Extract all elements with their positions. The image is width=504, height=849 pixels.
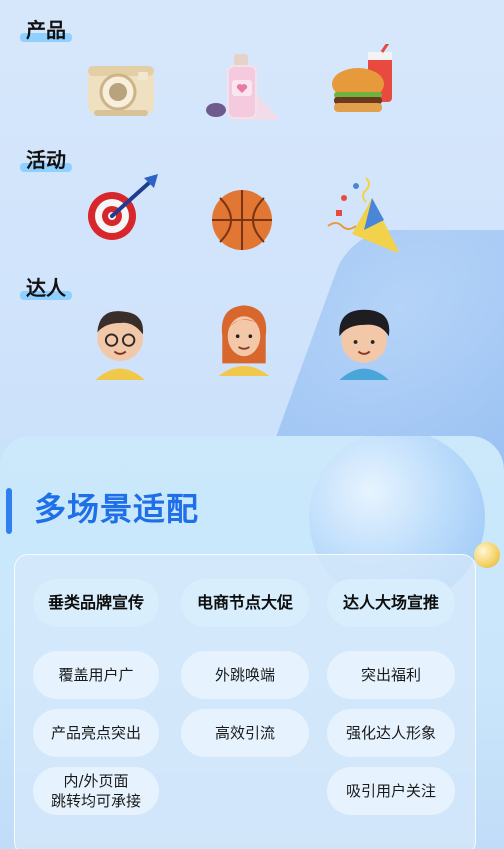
- chip-app-wakeup[interactable]: 外跳唤端: [181, 651, 309, 699]
- chip-influencer-image[interactable]: 强化达人形象: [327, 709, 455, 757]
- category-label-activities: 活动: [20, 144, 72, 173]
- chip-page-redirect-line2: 跳转均可承接: [50, 792, 141, 810]
- chip-product-highlights[interactable]: 产品亮点突出: [33, 709, 159, 757]
- scene-chip-grid: 垂类品牌宣传 电商节点大促 达人大场宣推 覆盖用户广 外跳唤端 突出福利 产品亮…: [14, 554, 476, 849]
- dart-target-icon[interactable]: [84, 170, 160, 246]
- chip-efficient-traffic[interactable]: 高效引流: [181, 709, 309, 757]
- multi-scene-panel: 多场景适配 垂类品牌宣传 电商节点大促 达人大场宣推 覆盖用户广 外跳唤端 突出…: [0, 436, 504, 849]
- girl-red-hair-avatar-icon[interactable]: [206, 300, 282, 376]
- chip-influencer-event[interactable]: 达人大场宣推: [327, 579, 455, 627]
- camera-icon[interactable]: [84, 54, 160, 130]
- title-accent-bar: [6, 488, 12, 534]
- category-label-influencers: 达人: [20, 272, 72, 301]
- category-label-products: 产品: [20, 14, 72, 43]
- chip-highlight-benefits[interactable]: 突出福利: [327, 651, 455, 699]
- decorative-orb: [474, 542, 500, 568]
- category-showcase: 产品 活动 达人: [0, 0, 504, 440]
- chip-vertical-brand[interactable]: 垂类品牌宣传: [33, 579, 159, 627]
- burger-drink-icon[interactable]: [328, 44, 404, 120]
- section-title: 多场景适配: [34, 490, 200, 528]
- perfume-bottle-icon[interactable]: [204, 50, 280, 126]
- basketball-icon[interactable]: [206, 180, 282, 256]
- chip-attract-users[interactable]: 吸引用户关注: [327, 767, 455, 815]
- boy-glasses-avatar-icon[interactable]: [84, 304, 160, 380]
- party-popper-icon[interactable]: [326, 176, 402, 252]
- chip-page-redirect[interactable]: 内/外页面 跳转均可承接: [33, 767, 159, 815]
- chip-user-reach[interactable]: 覆盖用户广: [33, 651, 159, 699]
- boy-black-hair-avatar-icon[interactable]: [328, 304, 404, 380]
- chip-page-redirect-line1: 内/外页面: [63, 772, 129, 790]
- chip-ecommerce-promo[interactable]: 电商节点大促: [181, 579, 309, 627]
